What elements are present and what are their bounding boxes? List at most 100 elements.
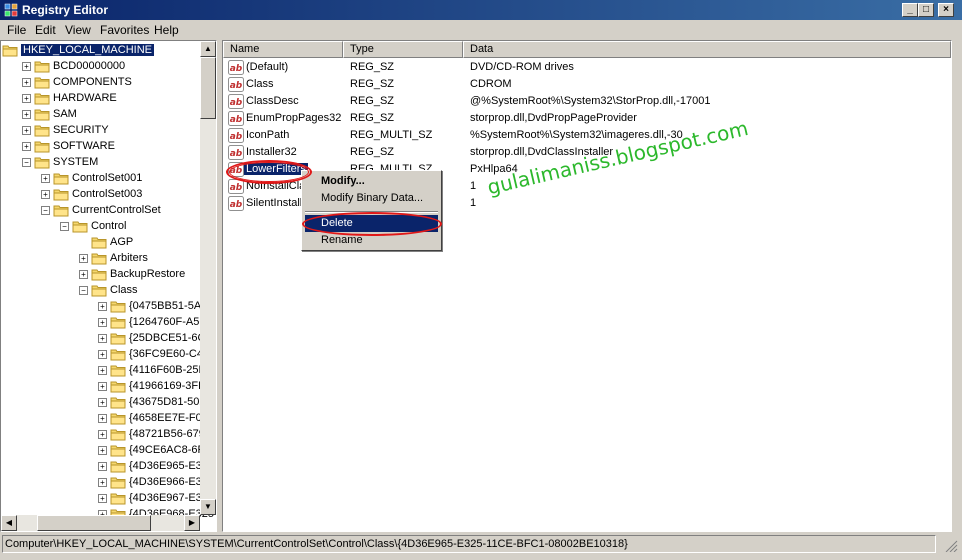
tree-item[interactable]: + {4D36E967-E325-	[1, 490, 216, 506]
collapse-minus-icon[interactable]: −	[79, 286, 88, 295]
expand-plus-icon[interactable]: +	[79, 254, 88, 263]
expand-plus-icon[interactable]: +	[98, 462, 107, 471]
tree-item[interactable]: + SECURITY	[1, 122, 200, 138]
scroll-right-arrow-icon[interactable]: ▶	[184, 515, 200, 531]
tree-item[interactable]: + HARDWARE	[1, 90, 200, 106]
expand-plus-icon[interactable]: +	[98, 478, 107, 487]
tree-item-label: HKEY_LOCAL_MACHINE	[21, 44, 154, 56]
expand-plus-icon[interactable]: +	[22, 62, 31, 71]
expand-plus-icon[interactable]: +	[98, 318, 107, 327]
tree-item[interactable]: + {49CE6AC8-6F86-	[1, 442, 216, 458]
close-button[interactable]: ×	[938, 3, 954, 17]
expand-plus-icon[interactable]: +	[98, 398, 107, 407]
expand-plus-icon[interactable]: +	[22, 142, 31, 151]
scroll-left-arrow-icon[interactable]: ◀	[1, 515, 17, 531]
expand-plus-icon[interactable]: +	[98, 350, 107, 359]
expand-plus-icon[interactable]: +	[98, 494, 107, 503]
scroll-down-arrow-icon[interactable]: ▼	[200, 499, 216, 515]
svg-text:ab: ab	[230, 149, 243, 159]
folder-icon	[110, 363, 126, 377]
tree-item[interactable]: + COMPONENTS	[1, 74, 200, 90]
expand-plus-icon[interactable]: +	[98, 414, 107, 423]
folder-icon	[91, 283, 107, 297]
tree-item[interactable]: + {4116F60B-25B3-4	[1, 362, 216, 378]
folder-icon	[53, 187, 69, 201]
expand-plus-icon[interactable]: +	[98, 382, 107, 391]
expand-plus-icon[interactable]: +	[22, 126, 31, 135]
expand-plus-icon[interactable]: +	[98, 430, 107, 439]
tree-item[interactable]: + ControlSet001	[1, 170, 200, 186]
tree-item[interactable]: − Control	[1, 218, 200, 234]
expand-plus-icon[interactable]: +	[98, 446, 107, 455]
tree-item[interactable]: + {0475BB51-5A02-4	[1, 298, 216, 314]
tree-item[interactable]: + {43675D81-502A-4	[1, 394, 216, 410]
values-list[interactable]: Name Type Data ab (Default) REG_SZ DVD/CD-R…	[222, 40, 952, 532]
value-name: IconPath	[246, 129, 290, 141]
expand-plus-icon[interactable]: +	[22, 94, 31, 103]
tree-item-label: COMPONENTS	[53, 76, 132, 88]
collapse-minus-icon[interactable]: −	[41, 206, 50, 215]
folder-icon	[110, 331, 126, 345]
column-header-type[interactable]: Type	[343, 41, 463, 58]
tree-horizontal-scrollbar[interactable]: ◀ ▶	[1, 515, 200, 531]
tree-item[interactable]: + {4D36E966-E325-	[1, 474, 216, 490]
tree-item[interactable]: + SAM	[1, 106, 200, 122]
expand-plus-icon[interactable]: +	[98, 366, 107, 375]
folder-icon	[110, 491, 126, 505]
context-modify-binary[interactable]: Modify Binary Data...	[305, 190, 438, 207]
tree-item[interactable]: + {4D36E965-E325-	[1, 458, 216, 474]
tree-item[interactable]: − CurrentControlSet	[1, 202, 200, 218]
tree-item[interactable]: + BackupRestore	[1, 266, 200, 282]
folder-icon	[34, 91, 50, 105]
tree-item[interactable]: HKEY_LOCAL_MACHINE	[1, 42, 200, 58]
tree-item[interactable]: + {25DBCE51-6C8F-	[1, 330, 216, 346]
tree-item[interactable]: + {4658EE7E-F050-	[1, 410, 216, 426]
collapse-minus-icon[interactable]: −	[22, 158, 31, 167]
key-tree[interactable]: HKEY_LOCAL_MACHINE + BCD00000000 + COMPONENT…	[0, 40, 217, 532]
expand-plus-icon[interactable]: +	[22, 78, 31, 87]
tree-hscroll-thumb[interactable]	[37, 515, 151, 531]
menu-favorites[interactable]: Favorites	[100, 23, 149, 37]
collapse-minus-icon[interactable]: −	[60, 222, 69, 231]
expand-plus-icon[interactable]: +	[41, 190, 50, 199]
tree-item[interactable]: AGP	[1, 234, 200, 250]
tree-item[interactable]: + {48721B56-6795-1	[1, 426, 216, 442]
expand-plus-icon[interactable]: +	[41, 174, 50, 183]
tree-item[interactable]: + BCD00000000	[1, 58, 200, 74]
expand-plus-icon[interactable]: +	[98, 334, 107, 343]
value-row[interactable]: ab ClassDesc REG_SZ @%SystemRoot%\System32\…	[223, 93, 951, 110]
tree-vscroll-thumb[interactable]	[200, 57, 216, 119]
string-value-icon: ab	[228, 128, 244, 143]
menu-file[interactable]: File	[7, 23, 26, 37]
context-modify[interactable]: Modify...	[305, 173, 438, 190]
menu-help[interactable]: Help	[154, 23, 179, 37]
tree-item-label: BackupRestore	[110, 268, 186, 280]
expand-plus-icon[interactable]: +	[98, 302, 107, 311]
expand-plus-icon[interactable]: +	[79, 270, 88, 279]
value-row[interactable]: ab IconPath REG_MULTI_SZ %SystemRoot%\Syste…	[223, 127, 951, 144]
menu-edit[interactable]: Edit	[35, 23, 56, 37]
maximize-button[interactable]: □	[918, 3, 934, 17]
tree-item[interactable]: + {41966169-3FD7-4	[1, 378, 216, 394]
tree-item[interactable]: − Class	[1, 282, 200, 298]
expand-plus-icon[interactable]: +	[22, 110, 31, 119]
status-bar: Computer\HKEY_LOCAL_MACHINE\SYSTEM\Curre…	[0, 534, 962, 554]
tree-item[interactable]: + {36FC9E60-C465-	[1, 346, 216, 362]
tree-vertical-scrollbar[interactable]: ▲ ▼	[200, 41, 216, 515]
value-row[interactable]: ab Class REG_SZ CDROM	[223, 76, 951, 93]
column-header-data[interactable]: Data	[463, 41, 951, 58]
value-row[interactable]: ab EnumPropPages32 REG_SZ storprop.dll,DvdP…	[223, 110, 951, 127]
menu-view[interactable]: View	[65, 23, 91, 37]
minimize-button[interactable]: _	[902, 3, 918, 17]
tree-item[interactable]: + Arbiters	[1, 250, 200, 266]
tree-item[interactable]: + ControlSet003	[1, 186, 200, 202]
scroll-up-arrow-icon[interactable]: ▲	[200, 41, 216, 57]
column-header-name[interactable]: Name	[223, 41, 343, 58]
value-row[interactable]: ab (Default) REG_SZ DVD/CD-ROM drives	[223, 59, 951, 76]
window-title: Registry Editor	[22, 3, 109, 17]
folder-icon	[34, 107, 50, 121]
tree-item[interactable]: − SYSTEM	[1, 154, 200, 170]
tree-item[interactable]: + SOFTWARE	[1, 138, 200, 154]
resize-grip-icon[interactable]	[944, 540, 958, 552]
tree-item[interactable]: + {1264760F-A5C8-4	[1, 314, 216, 330]
